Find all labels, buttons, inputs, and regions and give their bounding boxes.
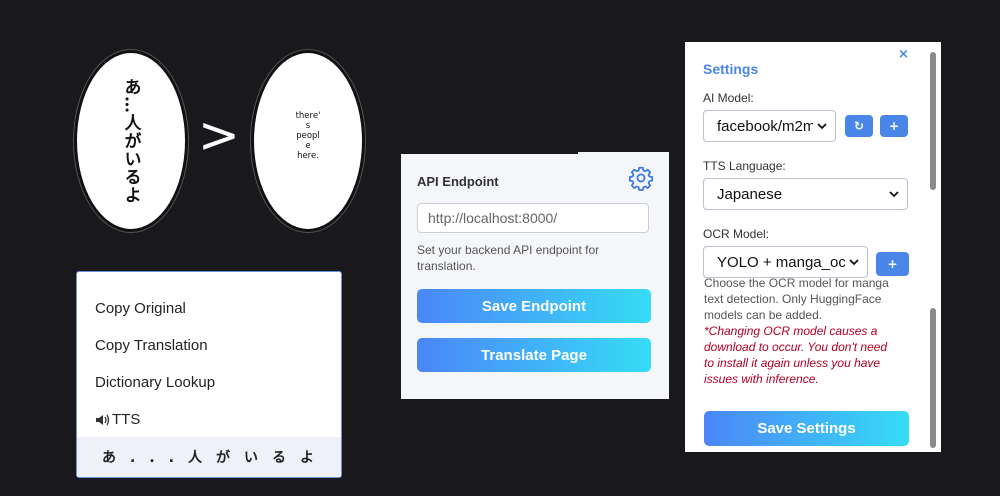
translated-line: e <box>305 141 311 151</box>
api-panel-title: API Endpoint <box>417 174 499 189</box>
tts-language-value: Japanese <box>717 185 783 203</box>
menu-item-copy-original[interactable]: Copy Original <box>95 300 186 317</box>
tts-language-select[interactable]: Japanese <box>703 178 908 210</box>
scrollbar-thumb[interactable] <box>930 52 936 190</box>
context-menu: Copy Original Copy Translation Dictionar… <box>76 271 342 478</box>
arrow-symbol: > <box>198 106 240 164</box>
ocr-warning-text: *Changing OCR model causes a download to… <box>704 324 888 386</box>
scrollbar-thumb[interactable] <box>930 308 936 448</box>
endpoint-input[interactable] <box>417 203 649 233</box>
original-speech-bubble: あ…人がいるよ <box>74 50 188 232</box>
ai-model-select[interactable]: facebook/m2m <box>703 110 836 142</box>
refresh-models-button[interactable]: ↻ <box>845 115 873 137</box>
translate-page-button[interactable]: Translate Page <box>417 338 651 372</box>
tts-language-label: TTS Language: <box>703 159 786 173</box>
original-bubble-text: あ…人がいるよ <box>120 78 141 204</box>
add-ai-model-button[interactable]: + <box>880 115 908 137</box>
menu-item-tts[interactable]: TTS <box>95 411 140 428</box>
scrollbar[interactable] <box>928 52 938 448</box>
chevron-down-icon <box>849 259 859 266</box>
gear-icon[interactable] <box>628 165 654 191</box>
menu-item-dictionary-lookup[interactable]: Dictionary Lookup <box>95 374 215 391</box>
translated-speech-bubble: there' s peopl e here. <box>251 50 365 232</box>
save-settings-button[interactable]: Save Settings <box>704 411 909 446</box>
speaker-icon <box>96 414 110 425</box>
ocr-model-select[interactable]: YOLO + manga_ocr <box>703 246 868 278</box>
chevron-down-icon <box>817 123 827 130</box>
endpoint-help-text: Set your backend API endpoint for transl… <box>417 243 600 273</box>
ai-model-value: facebook/m2m <box>717 117 813 135</box>
settings-title: Settings <box>703 61 759 77</box>
selected-text-preview: あ...人がいるよ <box>77 437 341 477</box>
settings-panel: × Settings AI Model: facebook/m2m ↻ + TT… <box>685 42 941 452</box>
translated-line: there' <box>295 111 321 121</box>
translated-line: peopl <box>296 131 320 141</box>
close-icon[interactable]: × <box>898 47 909 62</box>
chevron-down-icon <box>889 191 899 198</box>
menu-item-copy-translation[interactable]: Copy Translation <box>95 337 208 354</box>
ocr-help-text: Choose the OCR model for manga text dete… <box>704 276 889 322</box>
tts-label: TTS <box>112 411 141 428</box>
ocr-model-value: YOLO + manga_ocr <box>717 253 845 271</box>
translated-bubble-text: there' s peopl e here. <box>254 111 362 161</box>
translated-line: s <box>305 121 311 131</box>
ocr-model-label: OCR Model: <box>703 227 770 241</box>
add-ocr-model-button[interactable]: + <box>876 252 909 276</box>
ai-model-label: AI Model: <box>703 91 754 105</box>
save-endpoint-button[interactable]: Save Endpoint <box>417 289 651 323</box>
translated-line: here. <box>297 151 319 161</box>
api-endpoint-panel: API Endpoint Set your backend API endpoi… <box>401 154 669 399</box>
